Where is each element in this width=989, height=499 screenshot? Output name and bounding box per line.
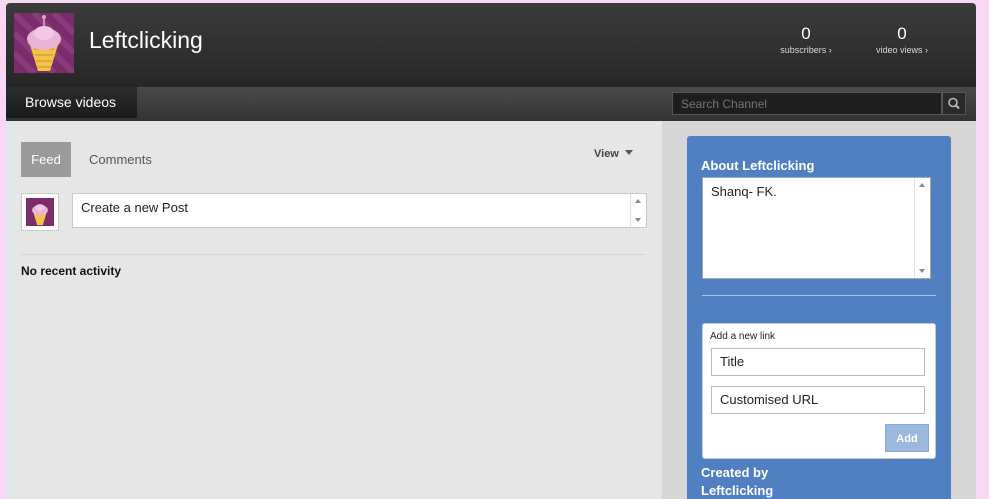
add-link-label: Add a new link	[710, 331, 776, 342]
post-avatar	[21, 193, 59, 231]
channel-navbar: Browse videos	[6, 87, 976, 121]
created-by-name[interactable]: Leftclicking	[701, 482, 773, 499]
link-title-input[interactable]: Title	[711, 348, 925, 376]
about-title: About Leftclicking	[701, 158, 815, 173]
create-post-input[interactable]: Create a new Post	[72, 193, 647, 228]
video-views-count: 0	[897, 24, 907, 43]
search-icon	[948, 97, 960, 110]
link-url-input[interactable]: Customised URL	[711, 386, 925, 414]
about-box: About Leftclicking Shanq- FK. Add a new …	[687, 136, 951, 499]
channel-page: Leftclicking 0 subscribers › 0 video vie…	[6, 3, 976, 499]
scroll-up-icon[interactable]	[919, 183, 925, 187]
view-dropdown[interactable]: View	[594, 148, 633, 160]
search-channel-input[interactable]	[672, 92, 942, 115]
cupcake-thumbnail-icon	[26, 198, 54, 226]
channel-avatar[interactable]	[14, 13, 74, 73]
feed-divider	[21, 254, 646, 255]
scroll-down-icon[interactable]	[919, 269, 925, 273]
subscribers-count: 0	[801, 24, 811, 43]
feed-panel: Feed Comments View Create a new Post No …	[6, 121, 662, 499]
scroll-down-icon[interactable]	[635, 218, 641, 222]
tab-feed[interactable]: Feed	[21, 142, 71, 177]
post-scrollbar[interactable]	[630, 194, 646, 227]
about-divider	[702, 295, 936, 296]
search-button[interactable]	[942, 92, 966, 115]
tab-comments[interactable]: Comments	[89, 142, 152, 177]
add-link-card: Add a new link Title Customised URL Add	[702, 323, 936, 459]
created-by: Created by Leftclicking	[701, 464, 773, 499]
browse-videos-tab[interactable]: Browse videos	[6, 87, 137, 118]
cupcake-avatar-icon	[14, 13, 74, 73]
subscribers-label[interactable]: subscribers ›	[770, 45, 842, 55]
sidebar-panel: About Leftclicking Shanq- FK. Add a new …	[662, 121, 976, 499]
view-label: View	[594, 148, 619, 160]
video-views-stat[interactable]: 0 video views ›	[868, 24, 936, 55]
subscribers-stat[interactable]: 0 subscribers ›	[770, 24, 842, 55]
about-scrollbar[interactable]	[914, 178, 930, 278]
video-views-label[interactable]: video views ›	[868, 45, 936, 55]
channel-title: Leftclicking	[89, 27, 203, 53]
scroll-up-icon[interactable]	[635, 199, 641, 203]
create-post-placeholder: Create a new Post	[81, 200, 188, 215]
channel-header: Leftclicking 0 subscribers › 0 video vie…	[6, 3, 976, 87]
no-activity-message: No recent activity	[21, 264, 122, 278]
cupcake-avatar-icon	[26, 198, 54, 226]
chevron-down-icon	[624, 149, 633, 155]
about-description-field[interactable]: Shanq- FK.	[702, 177, 931, 279]
add-link-button[interactable]: Add	[885, 424, 929, 452]
about-description: Shanq- FK.	[711, 184, 777, 199]
created-by-label: Created by	[701, 465, 769, 480]
